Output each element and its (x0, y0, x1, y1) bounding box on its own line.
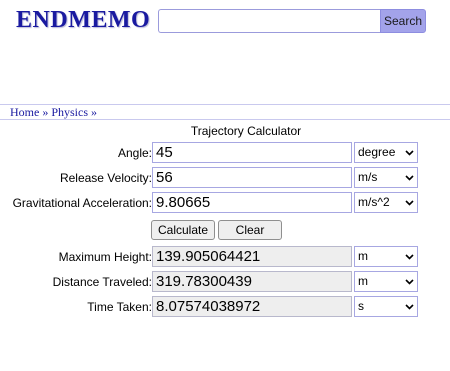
max-height-output[interactable] (152, 246, 352, 267)
breadcrumb-separator: » (91, 105, 98, 119)
distance-output[interactable] (152, 271, 352, 292)
search-input[interactable] (158, 9, 380, 33)
chevron-down-icon (405, 297, 414, 310)
search-bar: Search (158, 9, 426, 33)
gravity-input[interactable] (152, 192, 352, 213)
time-unit-select[interactable]: s (354, 296, 418, 317)
calculate-button[interactable]: Calculate (151, 220, 215, 240)
max-height-unit-select[interactable]: m (354, 246, 418, 267)
distance-label: Distance Traveled: (52, 275, 152, 289)
chevron-down-icon (405, 272, 414, 285)
velocity-unit-value: m/s (358, 170, 378, 184)
breadcrumb: Home » Physics » (0, 104, 450, 120)
velocity-label: Release Velocity: (59, 171, 152, 185)
chevron-down-icon (405, 193, 414, 206)
angle-input[interactable] (152, 142, 352, 163)
distance-unit-value: m (358, 274, 368, 288)
velocity-unit-select[interactable]: m/s (354, 167, 418, 188)
calculator-title: Trajectory Calculator (190, 124, 302, 138)
site-logo[interactable]: ENDMEMO (16, 7, 150, 34)
time-label: Time Taken: (87, 300, 152, 314)
angle-label: Angle: (117, 146, 152, 160)
max-height-label: Maximum Height: (58, 250, 152, 264)
distance-unit-select[interactable]: m (354, 271, 418, 292)
search-button[interactable]: Search (380, 9, 426, 33)
chevron-down-icon (405, 247, 414, 260)
chevron-down-icon (405, 168, 414, 181)
breadcrumb-physics-link[interactable]: Physics (51, 105, 88, 119)
gravity-unit-value: m/s^2 (358, 195, 390, 209)
chevron-down-icon (405, 143, 414, 156)
gravity-unit-select[interactable]: m/s^2 (354, 192, 418, 213)
breadcrumb-separator: » (42, 105, 49, 119)
gravity-label: Gravitational Acceleration: (12, 196, 152, 210)
max-height-unit-value: m (358, 249, 368, 263)
angle-unit-select[interactable]: degree (354, 142, 418, 163)
breadcrumb-home-link[interactable]: Home (10, 105, 39, 119)
velocity-input[interactable] (152, 167, 352, 188)
time-unit-value: s (358, 299, 364, 313)
clear-button[interactable]: Clear (218, 220, 282, 240)
angle-unit-value: degree (358, 145, 396, 159)
time-output[interactable] (152, 296, 352, 317)
